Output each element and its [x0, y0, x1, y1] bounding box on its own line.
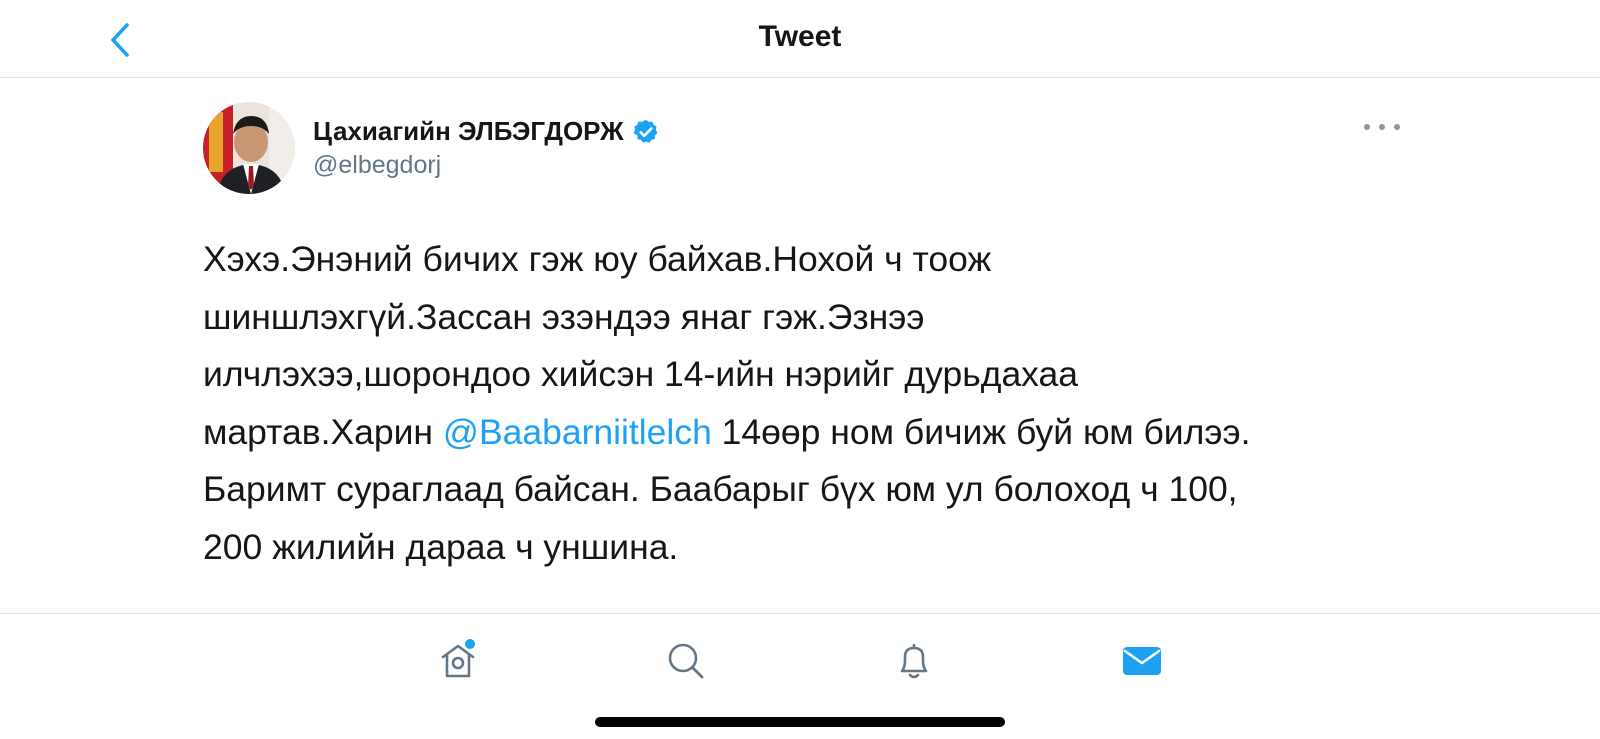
tweet-text-line: илчлэхээ,шорондоо хийсэн 14-ийн нэрийг д… [203, 354, 1079, 394]
search-icon [668, 643, 704, 679]
mail-icon [1123, 647, 1161, 675]
avatar-image [203, 102, 295, 194]
author-handle[interactable]: @elbegdorj [313, 151, 441, 180]
tweet-text-line: Баримт сураглаад байсан. Баабарыг бүх юм… [203, 469, 1238, 509]
page-title: Tweet [758, 20, 842, 53]
notification-dot [465, 639, 475, 649]
tweet: Цахиагийн ЭЛБЭГДОРЖ @elbegdorj Хэхэ.Энэн… [0, 78, 1600, 613]
more-dot-icon [1364, 124, 1370, 130]
tweet-text-line: шиншлэхгүй.Зассан эзэндээ янаг гэж.Эзнээ [203, 296, 925, 337]
tweet-text: Хэхэ.Энэний бичих гэж юу байхав.Нохой ч … [203, 231, 1413, 576]
more-dot-icon [1394, 124, 1400, 130]
tweet-text-line: Хэхэ.Энэний бичих гэж юу байхав.Нохой ч … [203, 239, 992, 279]
author-name-text: Цахиагийн ЭЛБЭГДОРЖ [313, 116, 624, 146]
bell-icon [900, 643, 928, 679]
mention-link[interactable]: @Baabarniitlelch [443, 412, 712, 452]
tweet-text-line: 200 жилийн дараа ч уншина. [203, 526, 679, 567]
tab-search[interactable] [661, 636, 711, 686]
more-options-button[interactable] [1364, 114, 1400, 140]
more-dot-icon [1379, 124, 1385, 130]
top-bar: Tweet [0, 0, 1600, 78]
author-name[interactable]: Цахиагийн ЭЛБЭГДОРЖ [313, 116, 660, 147]
home-indicator[interactable] [595, 717, 1005, 727]
tab-home[interactable] [433, 636, 483, 686]
tab-notifications[interactable] [889, 636, 939, 686]
tab-messages[interactable] [1117, 636, 1167, 686]
avatar[interactable] [203, 102, 295, 194]
tweet-text-line: мартав.Харин @Baabarniitlelch 14өөр ном … [203, 411, 1251, 452]
verified-badge-icon [633, 119, 658, 143]
